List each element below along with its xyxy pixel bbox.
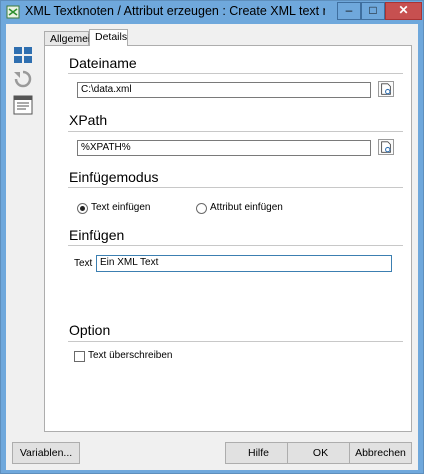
tab-allgemein[interactable]: Allgemein: [44, 31, 96, 45]
overwrite-text-label[interactable]: Text überschreiben: [88, 350, 173, 361]
ok-button[interactable]: OK: [287, 442, 354, 464]
section-title-einfuegen: Einfügen: [69, 227, 125, 243]
radio-label-attribut-einfuegen[interactable]: Attribut einfügen: [210, 202, 283, 213]
overwrite-text-checkbox[interactable]: [74, 351, 85, 362]
minimize-button[interactable]: –: [337, 2, 361, 20]
app-icon: [6, 5, 20, 19]
close-button[interactable]: ✕: [385, 2, 422, 20]
details-panel: Dateiname C:\data.xml XPath %XPATH% Einf…: [44, 45, 412, 432]
undo-icon[interactable]: [12, 69, 34, 89]
section-title-xpath: XPath: [69, 112, 108, 128]
window-title: XML Textknoten / Attribut erzeugen : Cre…: [25, 4, 325, 18]
help-button[interactable]: Hilfe: [225, 442, 292, 464]
radio-text-einfuegen[interactable]: [77, 203, 88, 214]
insert-text-input[interactable]: Ein XML Text: [96, 255, 392, 272]
section-divider: [68, 245, 403, 246]
section-title-einfuegemodus: Einfügemodus: [69, 169, 159, 185]
tab-details[interactable]: Details: [89, 29, 128, 46]
section-divider: [68, 341, 403, 342]
section-title-dateiname: Dateiname: [69, 55, 137, 71]
maximize-button[interactable]: □: [361, 2, 385, 20]
filename-input[interactable]: C:\data.xml: [77, 82, 371, 98]
dialog-window: XML Textknoten / Attribut erzeugen : Cre…: [0, 0, 424, 474]
browse-file-icon[interactable]: [378, 139, 394, 155]
section-divider: [68, 187, 403, 188]
properties-icon[interactable]: [12, 95, 34, 115]
text-field-label: Text: [74, 258, 93, 269]
cancel-button[interactable]: Abbrechen: [349, 442, 412, 464]
variables-button[interactable]: Variablen...: [12, 442, 80, 464]
section-divider: [68, 131, 403, 132]
section-title-option: Option: [69, 322, 111, 338]
title-bar[interactable]: XML Textknoten / Attribut erzeugen : Cre…: [1, 1, 423, 23]
dialog-client-area: Allgemein Details Dateiname C:\data.xml …: [6, 24, 418, 470]
xpath-input[interactable]: %XPATH%: [77, 140, 371, 156]
radio-attribut-einfuegen[interactable]: [196, 203, 207, 214]
layout-icon[interactable]: [12, 45, 34, 65]
radio-label-text-einfuegen[interactable]: Text einfügen: [91, 202, 151, 213]
section-divider: [68, 73, 403, 74]
browse-file-icon[interactable]: [378, 81, 394, 97]
